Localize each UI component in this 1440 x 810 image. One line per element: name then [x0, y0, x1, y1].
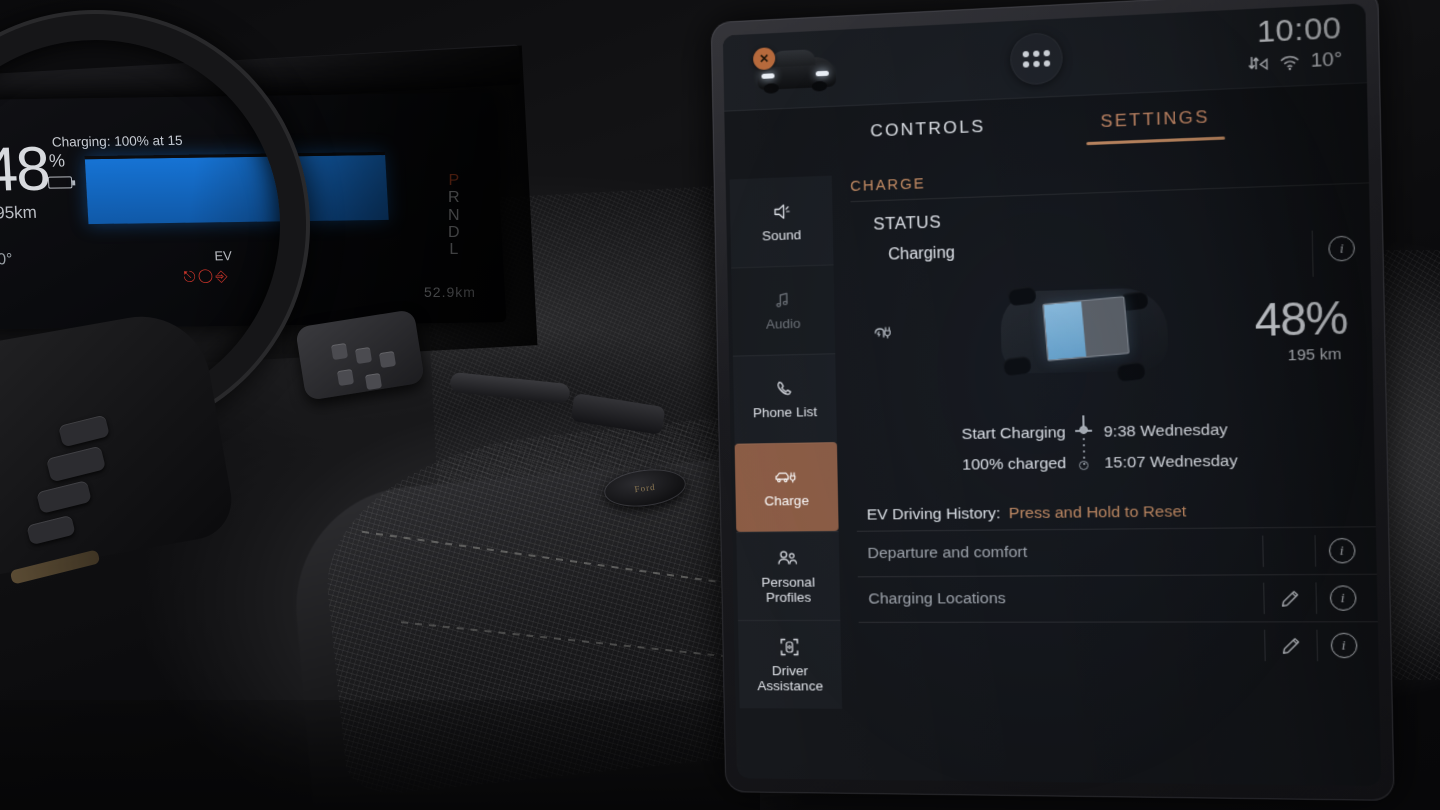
sidebar-item-sound[interactable]: Sound: [729, 175, 834, 268]
ev-driving-history-row[interactable]: EV Driving History: Press and Hold to Re…: [856, 495, 1376, 531]
sidebar-item-audio[interactable]: Audio: [731, 264, 836, 356]
phone-icon: [774, 378, 794, 401]
list-item-charging-locations[interactable]: Charging Locations i: [857, 573, 1378, 622]
stalk-button-5[interactable]: [364, 372, 383, 391]
sidebar-item-driver-assistance[interactable]: Driver Assistance: [737, 619, 843, 709]
schedule-value-start: 9:38 Wednesday: [1103, 421, 1228, 441]
battery-range-display: 195 km: [1287, 345, 1342, 365]
edit-pencil-icon: [1280, 588, 1301, 608]
screen-surface: ✕ 10:00 10° CONTROLS SETTINGS Sound Audi…: [722, 3, 1382, 786]
odometer: 52.9km: [424, 284, 476, 300]
car-charge-icon: [773, 466, 800, 488]
stalk-button-1[interactable]: [330, 342, 349, 361]
people-icon: [776, 547, 801, 569]
data-transfer-icon: [1247, 54, 1269, 74]
row-actions: i: [1263, 575, 1369, 622]
edit-cell: [1262, 535, 1316, 567]
gear-reverse: R: [448, 189, 460, 207]
vehicle-headlight-left: [761, 73, 775, 79]
sidebar-item-charge[interactable]: Charge: [734, 442, 839, 532]
charge-panel: CHARGE STATUS Charging i 48% 195 km Star…: [836, 151, 1381, 786]
app-grid-button[interactable]: [1009, 31, 1064, 86]
sidebar-item-phone-list[interactable]: Phone List: [732, 353, 837, 444]
schedule-timeline: [1075, 415, 1093, 485]
timeline-node-end: [1078, 460, 1089, 471]
outside-temperature: 10°: [1310, 48, 1343, 73]
ev-history-label: EV Driving History:: [866, 504, 1001, 524]
info-cell[interactable]: i: [1315, 582, 1369, 614]
tab-settings[interactable]: SETTINGS: [1100, 107, 1210, 145]
info-cell[interactable]: i: [1316, 629, 1370, 662]
timeline-node-start: [1079, 425, 1088, 435]
gear-selector-indicator: P R N D L: [448, 172, 460, 258]
floor-shadow: [0, 700, 760, 810]
gear-park: P: [448, 172, 460, 189]
vehicle-chassis-graphic: [986, 281, 1183, 382]
edit-cell[interactable]: [1263, 582, 1317, 615]
vehicle-wheel-left: [763, 83, 779, 94]
content-area: Sound Audio Phone List Charge Personal P…: [726, 151, 1382, 786]
battery-visualization: 48% 195 km: [852, 256, 1374, 423]
status-indicators: 10°: [1247, 49, 1342, 76]
sidebar-item-label: Personal Profiles: [761, 574, 816, 605]
vehicle-roof: [771, 49, 816, 68]
battery-fill-level: [1043, 301, 1087, 361]
sidebar-item-label: Charge: [764, 493, 810, 509]
battery-percent-display: 48%: [1254, 292, 1348, 347]
info-icon: i: [1328, 537, 1356, 564]
edit-pencil-icon: [1280, 635, 1301, 655]
tab-controls[interactable]: CONTROLS: [870, 117, 986, 154]
ev-history-action[interactable]: Press and Hold to Reset: [1009, 503, 1187, 523]
sidebar-item-label: Audio: [765, 316, 801, 333]
schedule-label-full: 100% charged: [962, 454, 1067, 474]
stalk-button-4[interactable]: [336, 368, 355, 387]
list-item-label: Departure and comfort: [867, 543, 1028, 563]
schedule-label-start: Start Charging: [961, 423, 1066, 444]
list-item-label: Charging Locations: [868, 589, 1006, 608]
sidebar-item-label: Driver Assistance: [757, 663, 824, 694]
gear-drive: D: [448, 223, 460, 241]
schedule-value-full: 15:07 Wednesday: [1104, 452, 1238, 472]
vehicle-headlight-right: [815, 70, 829, 77]
row-actions: i: [1262, 527, 1368, 574]
info-icon: i: [1330, 632, 1358, 659]
music-note-icon: [773, 289, 793, 312]
list-item-extra[interactable]: i: [858, 621, 1379, 669]
vehicle-image[interactable]: ✕: [752, 44, 840, 98]
info-icon: i: [1329, 585, 1357, 611]
stalk-button-2[interactable]: [354, 346, 373, 365]
chassis-tire-rear-right: [1116, 361, 1146, 382]
app-grid-icon: [1022, 49, 1051, 68]
settings-sidebar: Sound Audio Phone List Charge Personal P…: [726, 171, 848, 779]
list-item-departure-comfort[interactable]: Departure and comfort i: [856, 526, 1377, 577]
sidebar-item-label: Phone List: [752, 404, 818, 421]
stalk-button-3[interactable]: [378, 350, 397, 369]
gear-neutral: N: [448, 206, 460, 224]
row-actions: i: [1264, 622, 1370, 668]
driver-assist-icon: [778, 636, 801, 658]
center-touchscreen: ✕ 10:00 10° CONTROLS SETTINGS Sound Audi…: [710, 0, 1395, 801]
charging-schedule: Start Charging 9:38 Wednesday 100% charg…: [900, 415, 1376, 499]
clock: 10:00: [1256, 10, 1342, 50]
info-cell[interactable]: i: [1314, 534, 1368, 567]
sidebar-item-personal-profiles[interactable]: Personal Profiles: [736, 530, 841, 621]
screenshot-root: 48 % 195km 10° Charging: 100% at 15 EV ⎋…: [0, 0, 1440, 810]
status-label: STATUS: [873, 213, 942, 234]
wifi-icon: [1279, 54, 1301, 71]
edit-cell[interactable]: [1264, 629, 1317, 662]
vehicle-wheel-right: [811, 80, 828, 92]
speaker-icon: [771, 200, 791, 223]
charging-plug-icon: [871, 319, 898, 351]
battery-pack: [1042, 296, 1130, 362]
gear-low: L: [449, 241, 459, 259]
sidebar-item-label: Sound: [761, 227, 802, 244]
